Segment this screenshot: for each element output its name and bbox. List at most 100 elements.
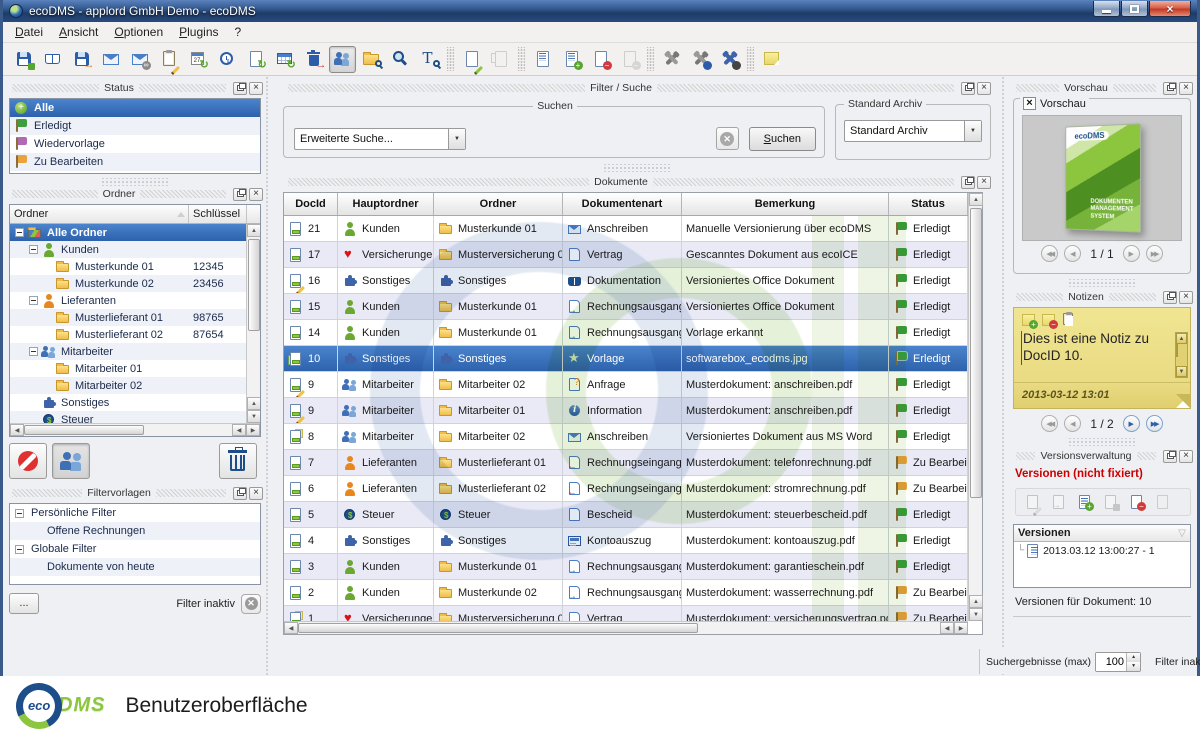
close-panel-button[interactable]: ×	[249, 82, 263, 95]
table-row[interactable]: 6LieferantenMusterlieferant 02←Rechnungs…	[284, 476, 969, 502]
blank-version-icon[interactable]	[1155, 494, 1171, 510]
column-schluessel[interactable]: Schlüssel	[188, 205, 246, 223]
export-version-icon[interactable]: →	[1051, 494, 1067, 510]
documents-vscrollbar[interactable]: ▲ ▲ ▼	[968, 193, 982, 621]
float-panel-button[interactable]	[961, 176, 975, 189]
menu-optionen[interactable]: Optionen	[106, 23, 171, 41]
add-version-button[interactable]: +	[558, 46, 585, 73]
documents-hscrollbar[interactable]: ◀ ◀ ▶	[284, 621, 968, 634]
folder-item-steuer[interactable]: Steuer	[10, 411, 246, 423]
settings-button[interactable]	[658, 46, 685, 73]
folder-item-mitarbeiter[interactable]: Mitarbeiter	[10, 343, 246, 360]
expander-icon[interactable]	[29, 296, 38, 305]
resubmission-button[interactable]: 27↻	[184, 46, 211, 73]
folder-item-sonstiges[interactable]: Sonstiges	[10, 394, 246, 411]
menu-[interactable]: ?	[227, 23, 250, 41]
note-scrollbar[interactable]: ▲ ▼	[1175, 332, 1188, 378]
table-row[interactable]: 9MitarbeiterMitarbeiter 01InformationMus…	[284, 398, 969, 424]
filter-funnel-icon[interactable]: ▽	[1178, 528, 1186, 539]
prev-page-button[interactable]: ◀	[1064, 245, 1081, 262]
archive-dropdown[interactable]: Standard Archiv ▼	[844, 120, 982, 142]
close-panel-button[interactable]: ×	[1179, 82, 1193, 95]
new-note-button[interactable]	[758, 46, 785, 73]
max-results-input[interactable]	[1096, 653, 1126, 671]
table-row[interactable]: 7LieferantenMusterlieferant 01←Rechnungs…	[284, 450, 969, 476]
expander-icon[interactable]	[15, 545, 24, 554]
scroll-down-icon[interactable]: ▼	[247, 410, 260, 423]
filter-item-offene-rechnungen[interactable]: Offene Rechnungen	[10, 522, 260, 540]
folder-item-mitarbeiter-02[interactable]: Mitarbeiter 02	[10, 377, 246, 394]
open-button[interactable]	[39, 46, 66, 73]
expander-icon[interactable]	[15, 228, 24, 237]
scroll-thumb[interactable]	[24, 425, 144, 435]
folder-item-musterkunde-02[interactable]: Musterkunde 0223456	[10, 275, 246, 292]
edit-document-button[interactable]	[458, 46, 485, 73]
duplicate-document-button[interactable]: ↻	[242, 46, 269, 73]
column-header-ordner[interactable]: Ordner	[434, 193, 563, 215]
table-row[interactable]: 9MitarbeiterMitarbeiter 02?AnfrageMuster…	[284, 372, 969, 398]
scroll-thumb[interactable]	[970, 208, 982, 498]
user-settings-button[interactable]	[687, 46, 714, 73]
maximize-button[interactable]	[1121, 1, 1148, 17]
prev-note-button[interactable]: ◀	[1064, 415, 1081, 432]
menu-plugins[interactable]: Plugins	[171, 23, 226, 41]
splitter-handle[interactable]	[602, 164, 672, 172]
float-panel-button[interactable]	[233, 82, 247, 95]
column-header-docid[interactable]: DocId	[284, 193, 338, 215]
folder-item-lieferanten[interactable]: Lieferanten	[10, 292, 246, 309]
edit-clipboard-button[interactable]	[155, 46, 182, 73]
folder-item-kunden[interactable]: Kunden	[10, 241, 246, 258]
expander-icon[interactable]	[15, 509, 24, 518]
splitter-handle[interactable]	[100, 178, 170, 186]
column-header-dokumentenart[interactable]: Dokumentenart	[563, 193, 682, 215]
close-panel-button[interactable]: ×	[249, 487, 263, 500]
table-row[interactable]: 10SonstigesSonstiges★Vorlagesoftwarebox_…	[284, 346, 969, 372]
table-row[interactable]: 5SteuerSteuerBescheidMusterdokument: ste…	[284, 502, 969, 528]
scroll-thumb[interactable]	[248, 239, 260, 331]
remove-version-button[interactable]: −	[587, 46, 614, 73]
close-panel-button[interactable]: ×	[977, 176, 991, 189]
note-text[interactable]: Dies ist eine Notiz zu DocID 10.	[1021, 331, 1174, 365]
versions-list-header[interactable]: Versionen ▽	[1014, 525, 1190, 542]
folder-item-musterlieferant-02[interactable]: Musterlieferant 0287654	[10, 326, 246, 343]
remove-version-icon[interactable]: −	[1129, 494, 1145, 510]
scroll-right-icon[interactable]: ▶	[954, 622, 968, 634]
folder-tree-vscrollbar[interactable]: ▲ ▲ ▼	[246, 224, 260, 423]
splitter-handle[interactable]	[1067, 438, 1137, 446]
column-ordner[interactable]: Ordner	[10, 208, 188, 220]
menu-ansicht[interactable]: Ansicht	[51, 23, 106, 41]
preview-checkbox[interactable]: ×	[1023, 97, 1036, 110]
table-row[interactable]: 8MitarbeiterMitarbeiter 02AnschreibenVer…	[284, 424, 969, 450]
last-note-button[interactable]: ▶▶	[1146, 415, 1163, 432]
scroll-up-icon[interactable]: ▲	[247, 397, 260, 410]
folder-item-musterkunde-01[interactable]: Musterkunde 0112345	[10, 258, 246, 275]
chevron-down-icon[interactable]: ▼	[964, 121, 981, 141]
add-note-icon[interactable]: +	[1021, 312, 1037, 328]
float-panel-button[interactable]	[233, 188, 247, 201]
scroll-down-icon[interactable]: ▼	[1176, 366, 1187, 377]
save-button[interactable]	[10, 46, 37, 73]
folder-search-button[interactable]	[358, 46, 385, 73]
close-panel-button[interactable]: ×	[977, 82, 991, 95]
table-row[interactable]: 17♥VersicherungenMusterversicherung 01Ve…	[284, 242, 969, 268]
close-button[interactable]: ×	[1149, 1, 1191, 17]
filter-item-globale-filter[interactable]: Globale Filter	[10, 540, 260, 558]
scroll-left-icon[interactable]: ◀	[940, 622, 954, 634]
menu-datei[interactable]: Datei	[7, 23, 51, 41]
clear-search-button[interactable]: ✕	[716, 127, 739, 150]
advanced-search-dropdown[interactable]: Erweiterte Suche... ▼	[294, 128, 466, 150]
chevron-down-icon[interactable]: ▼	[448, 129, 465, 149]
column-header-hauptordner[interactable]: Hauptordner	[338, 193, 434, 215]
scroll-up-icon[interactable]: ▲	[969, 595, 983, 608]
filter-item-dokumente-von-heute[interactable]: Dokumente von heute	[10, 558, 260, 576]
first-page-button[interactable]: ◀◀	[1041, 245, 1058, 262]
folder-item-musterlieferant-01[interactable]: Musterlieferant 0198765	[10, 309, 246, 326]
float-panel-button[interactable]	[1163, 291, 1177, 304]
folder-permissions-button[interactable]	[52, 443, 90, 479]
copy-documents-button[interactable]	[487, 46, 514, 73]
splitter-handle[interactable]	[1067, 279, 1137, 287]
next-page-button[interactable]: ▶	[1123, 245, 1140, 262]
history-button[interactable]	[213, 46, 240, 73]
table-row[interactable]: 3KundenMusterkunde 01→RechnungsausgangMu…	[284, 554, 969, 580]
deactivate-folder-button[interactable]	[9, 443, 47, 479]
